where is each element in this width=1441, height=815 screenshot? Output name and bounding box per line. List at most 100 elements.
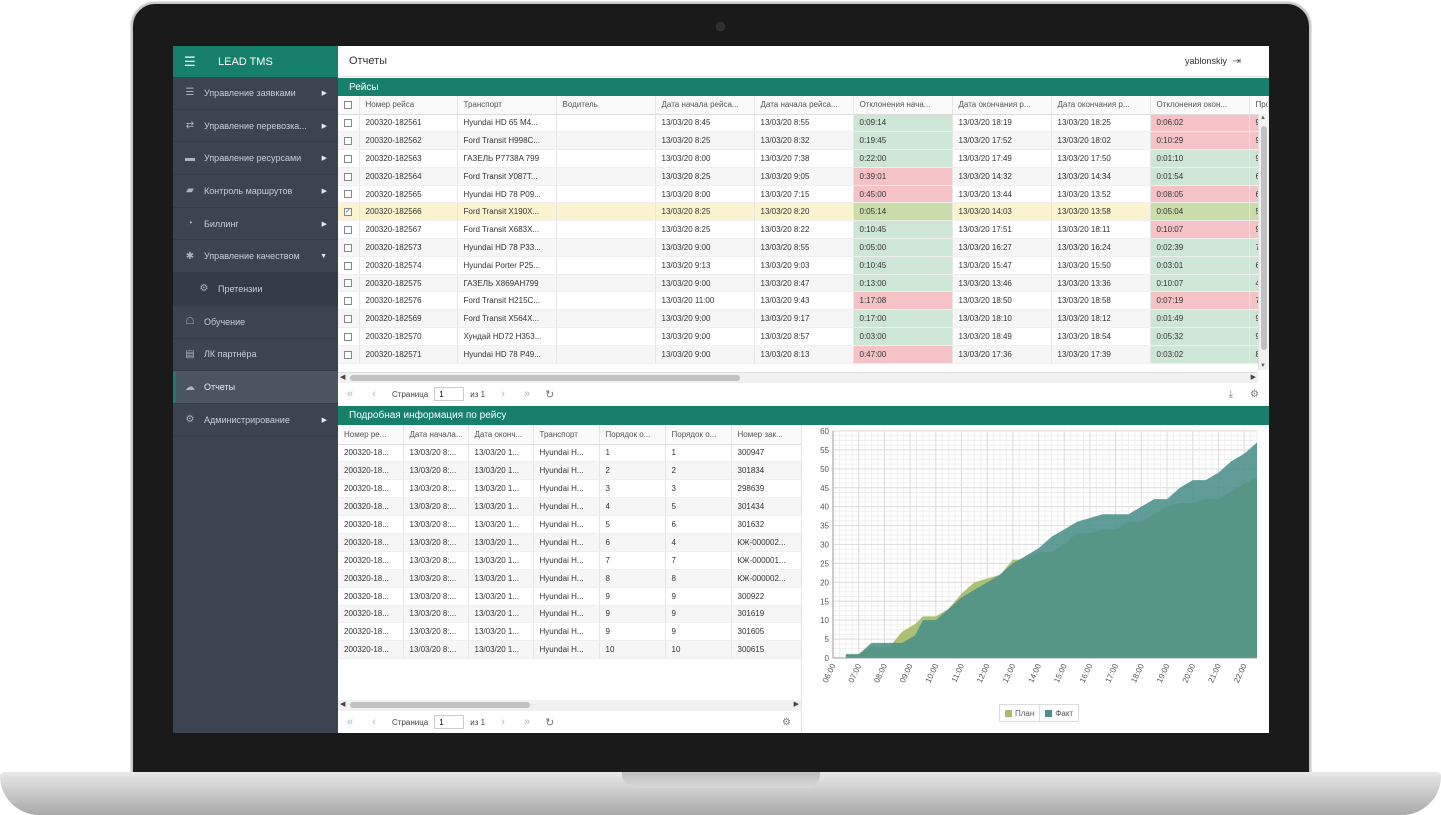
user-name[interactable]: yablonskiy [1185, 56, 1227, 66]
row-checkbox[interactable] [338, 131, 360, 151]
column-header[interactable]: Номер ре... [338, 425, 404, 445]
select-all-checkbox[interactable] [338, 96, 360, 115]
page-input[interactable] [434, 387, 465, 401]
sidebar-item-8[interactable]: ▤ ЛК партнёра [173, 339, 338, 372]
row-checkbox[interactable] [338, 149, 360, 168]
table-row[interactable]: 200320-182569 Ford Transit X564X... 13/03/… [338, 309, 1269, 329]
download-icon[interactable]: ⤓ [1229, 389, 1233, 400]
scroll-right-icon[interactable]: ▶ [1251, 373, 1256, 381]
row-checkbox[interactable] [338, 220, 360, 240]
scroll-thumb[interactable] [350, 702, 530, 708]
row-checkbox[interactable] [338, 291, 360, 311]
scroll-thumb[interactable] [350, 375, 740, 381]
table-row[interactable]: ✓ 200320-182566 Ford Transit X190X... 13/03… [338, 202, 1269, 222]
row-checkbox[interactable] [338, 327, 360, 346]
settings-icon[interactable]: ⚙ [1250, 389, 1259, 400]
sidebar-item-4[interactable]: ◔ Биллинг ▶ [173, 208, 338, 241]
logout-icon[interactable]: ⇥ [1233, 56, 1241, 67]
trips-vertical-scrollbar[interactable]: ▲ ▼ [1258, 114, 1269, 370]
column-header[interactable]: Транспорт [533, 425, 600, 445]
column-header[interactable]: Отклонения нача... [853, 96, 953, 115]
table-row[interactable]: 200320-182565 Hyundai HD 78 P09... 13/03/2… [338, 185, 1269, 204]
row-checkbox[interactable] [338, 309, 360, 329]
legend-item-plan[interactable]: План [1000, 705, 1041, 721]
scroll-up-icon[interactable]: ▲ [1260, 115, 1266, 121]
table-row[interactable]: 200320-18... 13/03/20 8:... 13/03/20 1... H… [338, 461, 801, 481]
next-page-icon[interactable]: › [491, 388, 515, 400]
table-row[interactable]: 200320-18... 13/03/20 8:... 13/03/20 1... H… [338, 444, 801, 463]
table-row[interactable]: 200320-182567 Ford Transit X683X... 13/03/… [338, 220, 1269, 240]
scroll-thumb[interactable] [1261, 126, 1267, 350]
table-row[interactable]: 200320-182574 Hyundai Porter P25... 13/03/… [338, 256, 1269, 275]
sidebar-item-7[interactable]: ☖ Обучение [173, 306, 338, 339]
sidebar-item-1[interactable]: ⇄ Управление перевозка... ▶ [173, 110, 338, 143]
sidebar-item-3[interactable]: ▰ Контроль маршрутов ▶ [173, 175, 338, 208]
table-row[interactable]: 200320-182573 Hyundai HD 78 P33... 13/03/2… [338, 238, 1269, 257]
scroll-left-icon[interactable]: ◀ [340, 700, 345, 708]
details-horizontal-scrollbar[interactable]: ◀ ▶ [338, 700, 801, 711]
column-header[interactable]: Дата начала рейса... [754, 96, 854, 115]
table-row[interactable]: 200320-18... 13/03/20 8:... 13/03/20 1... H… [338, 622, 801, 642]
column-header[interactable]: Порядок о... [599, 425, 666, 445]
table-row[interactable]: 200320-18... 13/03/20 8:... 13/03/20 1... H… [338, 605, 801, 624]
last-page-icon[interactable]: » [515, 716, 539, 728]
refresh-icon[interactable]: ↻ [545, 716, 554, 729]
column-header[interactable]: Номер зак... [731, 425, 801, 445]
sidebar-item-5[interactable]: ✱ Управление качеством ▼ [173, 240, 338, 274]
table-row[interactable]: 200320-182576 Ford Transit H215C... 13/03/… [338, 291, 1269, 311]
row-checkbox[interactable] [338, 274, 360, 293]
table-row[interactable]: 200320-18... 13/03/20 8:... 13/03/20 1... H… [338, 569, 801, 588]
page-input[interactable] [434, 715, 465, 729]
sidebar-item-2[interactable]: ▬ Управление ресурсами ▶ [173, 142, 338, 176]
column-header[interactable]: Порядок о... [665, 425, 732, 445]
trips-horizontal-scrollbar[interactable]: ◀ ▶ [338, 372, 1258, 383]
row-checkbox[interactable] [338, 256, 360, 275]
table-row[interactable]: 200320-18... 13/03/20 8:... 13/03/20 1... H… [338, 515, 801, 534]
scroll-left-icon[interactable]: ◀ [340, 373, 345, 381]
table-row[interactable]: 200320-182571 Hyundai HD 78 P49... 13/03/2… [338, 345, 1269, 364]
table-row[interactable]: 200320-182563 ГАЗЕЛЬ P7738A 799 13/03/20 8… [338, 149, 1269, 168]
column-header[interactable]: Дата окончания р... [952, 96, 1052, 115]
refresh-icon[interactable]: ↻ [545, 388, 554, 401]
first-page-icon[interactable]: « [338, 716, 362, 728]
row-checkbox[interactable] [338, 238, 360, 257]
settings-icon[interactable]: ⚙ [782, 717, 791, 728]
table-row[interactable]: 200320-182575 ГАЗЕЛЬ X869AH799 13/03/20 9:… [338, 274, 1269, 293]
column-header[interactable]: Дата оконч... [468, 425, 534, 445]
row-checkbox[interactable] [338, 345, 360, 364]
sidebar-item-0[interactable]: ☰ Управление заявками ▶ [173, 77, 338, 110]
column-header[interactable]: Отклонения окон... [1150, 96, 1250, 115]
sidebar-item-9[interactable]: ☁ Отчеты [173, 371, 338, 404]
row-checkbox[interactable] [338, 167, 360, 186]
column-header[interactable]: Про [1249, 96, 1269, 115]
last-page-icon[interactable]: » [515, 388, 539, 400]
table-row[interactable]: 200320-182561 Hyundai HD 65 M4... 13/03/20… [338, 114, 1269, 133]
scroll-right-icon[interactable]: ▶ [794, 700, 799, 708]
table-row[interactable]: 200320-18... 13/03/20 8:... 13/03/20 1... H… [338, 640, 801, 660]
menu-icon[interactable]: ☰ [184, 54, 196, 70]
column-header[interactable]: Водитель [556, 96, 656, 115]
table-row[interactable]: 200320-182564 Ford Transit У087Т... 13/03/… [338, 167, 1269, 186]
table-row[interactable]: 200320-18... 13/03/20 8:... 13/03/20 1... H… [338, 551, 801, 570]
first-page-icon[interactable]: « [338, 388, 362, 400]
column-header[interactable]: Дата окончания р... [1051, 96, 1151, 115]
column-header[interactable]: Транспорт [457, 96, 557, 115]
table-row[interactable]: 200320-18... 13/03/20 8:... 13/03/20 1... H… [338, 533, 801, 552]
row-checkbox[interactable]: ✓ [338, 202, 360, 222]
prev-page-icon[interactable]: ‹ [362, 716, 386, 728]
next-page-icon[interactable]: › [491, 716, 515, 728]
scroll-down-icon[interactable]: ▼ [1260, 363, 1266, 369]
column-header[interactable]: Дата начала рейса... [655, 96, 755, 115]
sidebar-item-6[interactable]: ⚙ Претензии [173, 273, 338, 306]
table-row[interactable]: 200320-18... 13/03/20 8:... 13/03/20 1... H… [338, 587, 801, 606]
sidebar-item-10[interactable]: ⚙ Администрирование ▶ [173, 404, 338, 437]
row-checkbox[interactable] [338, 114, 360, 133]
legend-item-fact[interactable]: Факт [1040, 705, 1078, 721]
column-header[interactable]: Номер рейса [359, 96, 458, 115]
table-row[interactable]: 200320-18... 13/03/20 8:... 13/03/20 1... H… [338, 497, 801, 517]
prev-page-icon[interactable]: ‹ [362, 388, 386, 400]
table-row[interactable]: 200320-182570 Хундай HD72 H353... 13/03/20… [338, 327, 1269, 346]
table-row[interactable]: 200320-18... 13/03/20 8:... 13/03/20 1... H… [338, 479, 801, 499]
row-checkbox[interactable] [338, 185, 360, 204]
table-row[interactable]: 200320-182562 Ford Transit H998C... 13/03/… [338, 131, 1269, 151]
